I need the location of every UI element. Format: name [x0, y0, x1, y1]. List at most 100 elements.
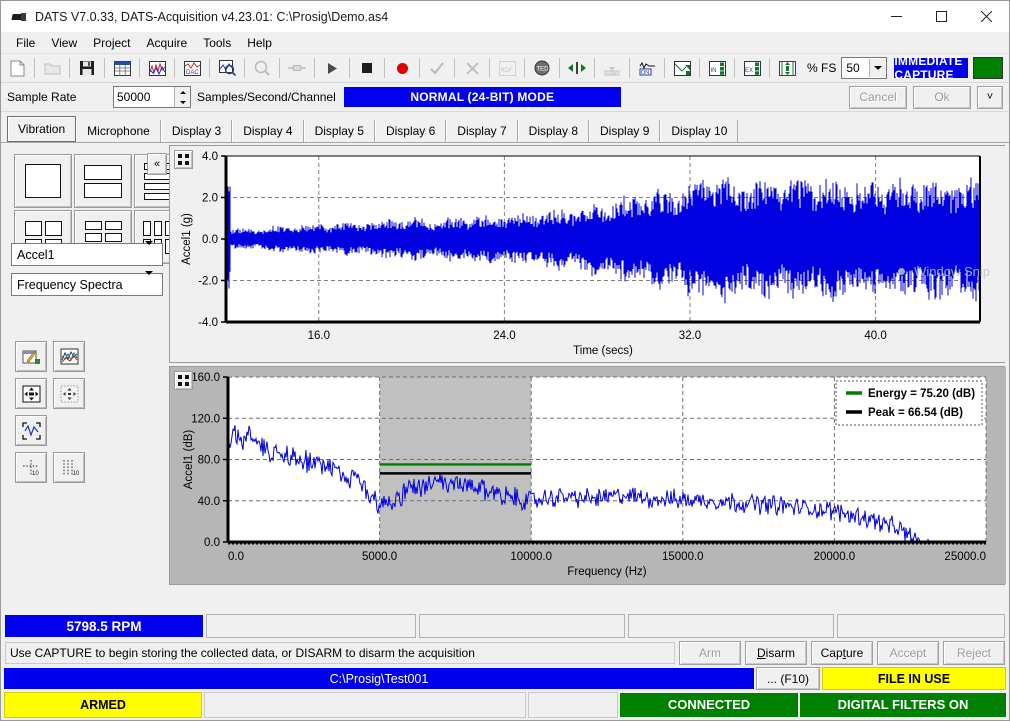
svg-text:40.0: 40.0 [198, 496, 220, 508]
capture-button[interactable]: Cap t ure [811, 641, 873, 665]
on-signal-icon[interactable]: ON [634, 56, 660, 80]
time-history-canvas: 4.0 2.0 0.0 -2.0 -4.0 16.0 24.0 32.0 40.0 Time (s… [170, 146, 1006, 362]
low-limit-icon[interactable]: LOW [599, 56, 625, 80]
expand-plot-icon[interactable] [174, 371, 193, 390]
play-icon[interactable] [319, 56, 345, 80]
menu-file[interactable]: File [8, 34, 43, 52]
sample-rate-spin-buttons[interactable] [174, 87, 190, 107]
svg-text:4.0: 4.0 [202, 151, 218, 163]
ted-icon[interactable]: TED [529, 56, 555, 80]
spin-up-icon[interactable] [175, 87, 190, 97]
plot-signal-icon[interactable] [144, 56, 170, 80]
chevron-down-icon[interactable] [145, 271, 162, 294]
pct-fs-value: 50 [846, 61, 860, 75]
svg-text:10: 10 [72, 471, 79, 477]
svg-text:IN: IN [710, 68, 716, 74]
magnifier-icon[interactable] [249, 56, 275, 80]
status-slot-2 [204, 691, 526, 718]
expand-waveform-icon[interactable] [15, 415, 47, 446]
menu-acquire[interactable]: Acquire [139, 34, 196, 52]
cancel-button[interactable]: Cancel [849, 85, 907, 109]
maximize-button[interactable] [919, 1, 964, 32]
svg-text:Accel1 (g): Accel1 (g) [181, 213, 193, 265]
tab-display-4[interactable]: Display 4 [232, 120, 304, 142]
new-document-icon[interactable] [4, 56, 30, 80]
autoscale-both-icon[interactable] [15, 378, 47, 409]
tab-display-5[interactable]: Display 5 [303, 120, 375, 142]
y-cursor-icon[interactable]: 10 [53, 452, 85, 483]
sample-rate-input[interactable] [114, 87, 174, 107]
tab-display-8[interactable]: Display 8 [517, 120, 590, 142]
save-disk-icon[interactable] [74, 56, 100, 80]
spreadsheet-icon[interactable] [109, 56, 135, 80]
tab-display-7[interactable]: Display 7 [446, 120, 518, 142]
pct-fs-select[interactable]: 50 [841, 57, 888, 79]
chevron-double-down-icon[interactable]: ˅ [977, 85, 1003, 109]
browse-file-button[interactable]: ... (F10) [756, 667, 820, 690]
arm-button[interactable]: Arm [679, 641, 741, 665]
menu-tools[interactable]: Tools [195, 34, 239, 52]
acquisition-mode-banner: NORMAL (24-BIT) MODE [343, 87, 621, 107]
pct-fs-label: % FS [807, 61, 837, 75]
spin-down-icon[interactable] [175, 97, 190, 107]
menu-help[interactable]: Help [239, 34, 280, 52]
connector-icon[interactable] [284, 56, 310, 80]
plot-settings-icon[interactable] [15, 341, 47, 372]
svg-text:10: 10 [32, 471, 39, 477]
expand-plot-icon[interactable] [174, 150, 193, 169]
time-history-plot[interactable]: 4.0 2.0 0.0 -2.0 -4.0 16.0 24.0 32.0 40.0 Time (s… [169, 145, 1006, 363]
menu-view[interactable]: View [43, 34, 85, 52]
plot-dac-icon[interactable]: DAC [179, 56, 205, 80]
frequency-spectrum-plot[interactable]: 160.0 120.0 80.0 40.0 0.0 0.0 5000.0 10000.0 150… [169, 366, 1006, 585]
channel-select[interactable]: Accel1 [11, 241, 163, 266]
layout-1x1-icon[interactable] [14, 154, 72, 208]
check-icon[interactable] [424, 56, 450, 80]
window-title: DATS V7.0.33, DATS-Acquisition v4.23.01:… [35, 9, 389, 24]
tab-display-3[interactable]: Display 3 [160, 120, 233, 142]
move-channels-icon[interactable] [774, 56, 800, 80]
svg-text:5000.0: 5000.0 [362, 551, 397, 563]
left-control-panel: « Accel1 Frequency Spectra 10 10 [1, 143, 192, 612]
x-cursor-icon[interactable]: 10 [15, 452, 47, 483]
autoscale-grid-icon[interactable] [53, 378, 85, 409]
reject-button[interactable]: Reject [943, 641, 1005, 665]
minimize-button[interactable] [874, 1, 919, 32]
tab-display-9[interactable]: Display 9 [589, 120, 661, 142]
record-icon[interactable] [389, 56, 415, 80]
rdf-icon[interactable]: RDF [494, 56, 520, 80]
tab-microphone[interactable]: Microphone [76, 120, 161, 142]
svg-text:20000.0: 20000.0 [814, 551, 856, 563]
disarm-button[interactable]: Disarm [745, 641, 807, 665]
close-button[interactable] [964, 1, 1009, 32]
export-plot-icon[interactable] [669, 56, 695, 80]
chevron-down-icon[interactable] [145, 241, 162, 264]
align-center-icon[interactable] [564, 56, 590, 80]
svg-text:EX: EX [745, 68, 753, 74]
svg-text:Accel1 (dB): Accel1 (dB) [183, 430, 195, 490]
ok-button[interactable]: Ok [913, 85, 971, 109]
svg-text:Time (secs): Time (secs) [573, 345, 633, 357]
rpm-slot-5 [837, 614, 1005, 638]
layout-1x2-icon[interactable] [74, 154, 132, 208]
stop-icon[interactable] [354, 56, 380, 80]
menu-project[interactable]: Project [85, 34, 138, 52]
collapse-panel-button[interactable]: « [147, 153, 167, 175]
view-type-select[interactable]: Frequency Spectra [11, 271, 163, 296]
zoom-plot-icon[interactable] [214, 56, 240, 80]
tab-vibration[interactable]: Vibration [7, 116, 77, 142]
export-channels-icon[interactable]: EX [739, 56, 765, 80]
accept-button[interactable]: Accept [877, 641, 939, 665]
svg-text:25000.0: 25000.0 [944, 551, 986, 563]
tab-display-10[interactable]: Display 10 [660, 120, 739, 142]
tab-display-6[interactable]: Display 6 [374, 120, 447, 142]
plot-style-icon[interactable] [53, 341, 85, 372]
view-type-value: Frequency Spectra [17, 277, 123, 292]
digital-filters-status-badge: DIGITAL FILTERS ON [800, 692, 1006, 717]
chevron-down-icon[interactable] [869, 59, 887, 77]
sample-rate-stepper[interactable] [113, 86, 191, 108]
cross-icon[interactable] [459, 56, 485, 80]
title-bar: DATS V7.0.33, DATS-Acquisition v4.23.01:… [1, 1, 1009, 32]
input-channels-icon[interactable]: IN [704, 56, 730, 80]
armed-status-badge: ARMED [4, 691, 202, 718]
open-folder-icon[interactable] [39, 56, 65, 80]
